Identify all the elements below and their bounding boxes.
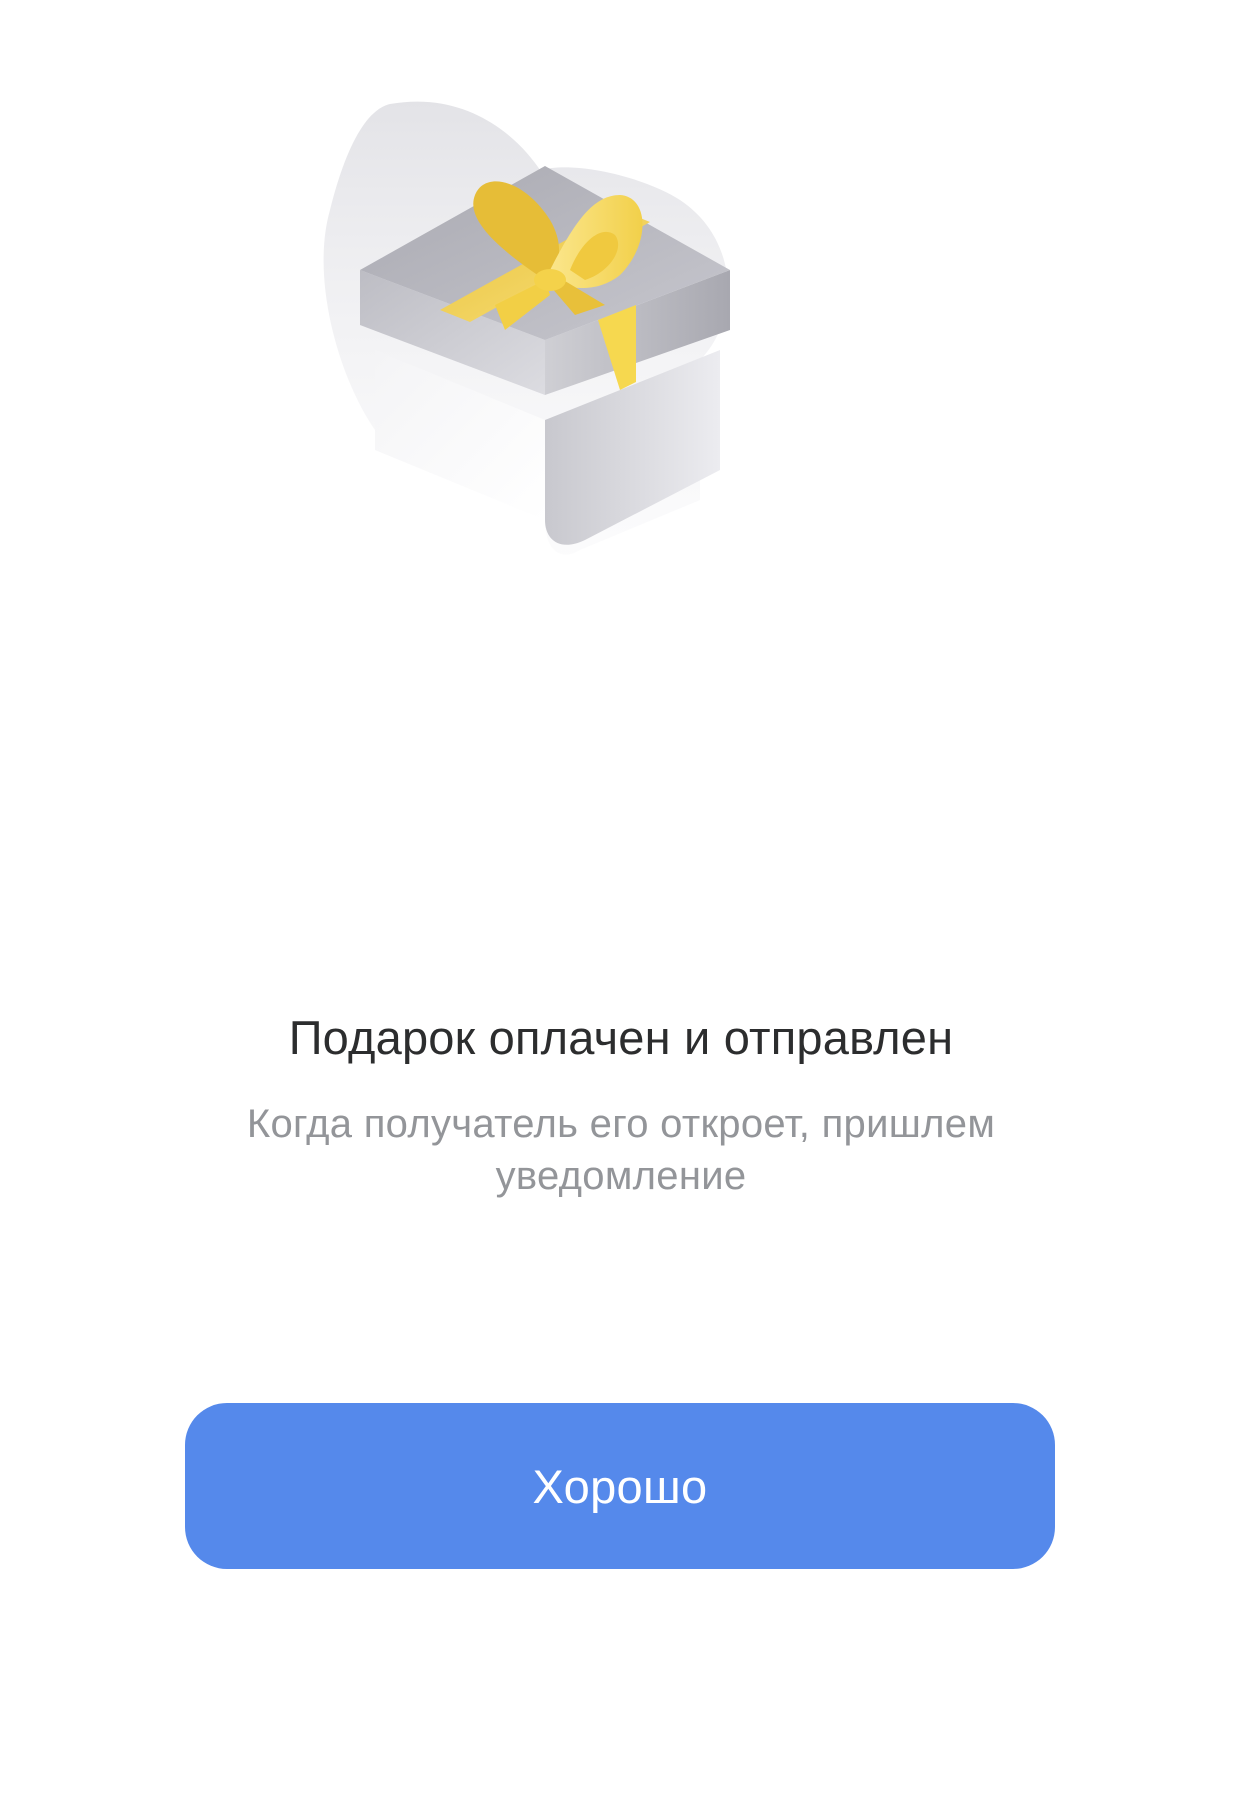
gift-sent-screen: Подарок оплачен и отправлен Когда получа… [0,0,1242,1811]
ok-button[interactable]: Хорошо [185,1403,1055,1569]
page-title: Подарок оплачен и отправлен [288,1011,954,1064]
gift-box-icon [320,100,920,640]
notification-description: Когда получатель его откроет, пришлем ув… [246,1102,996,1198]
